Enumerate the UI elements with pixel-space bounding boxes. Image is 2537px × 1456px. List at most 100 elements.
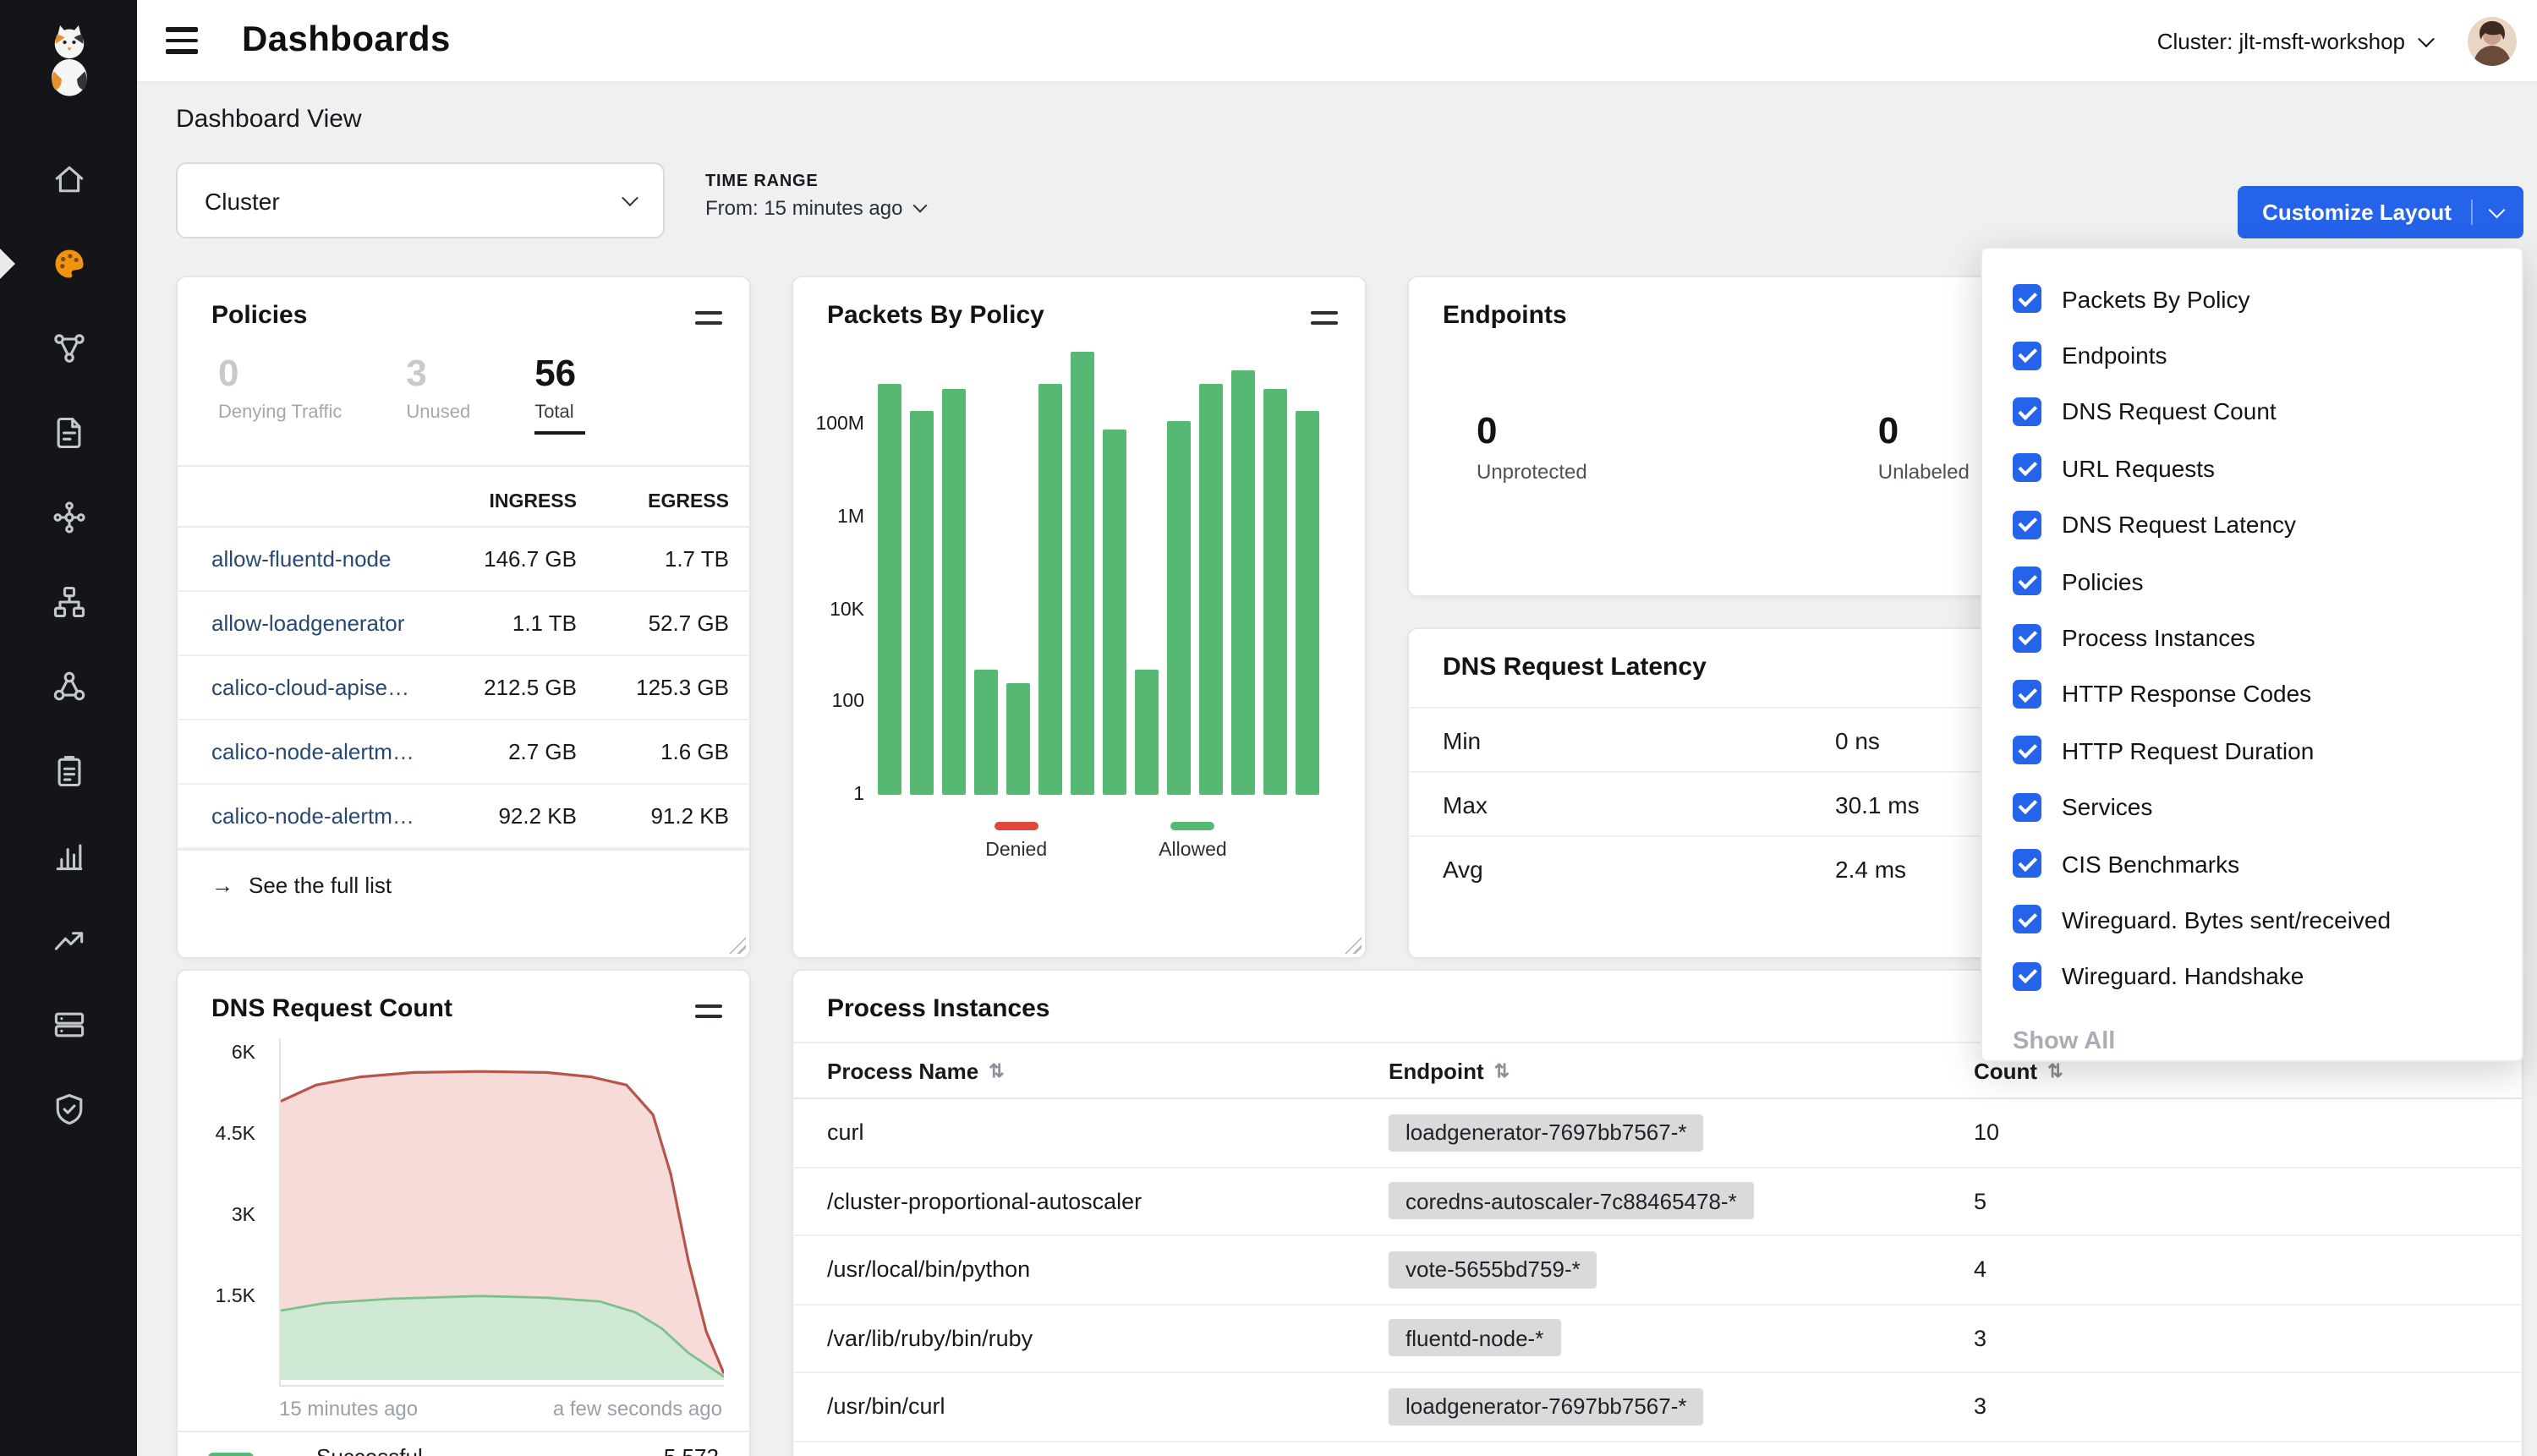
process-count: 3 bbox=[1974, 1394, 2522, 1420]
sidebar-item-home[interactable] bbox=[0, 137, 137, 222]
cluster-selector[interactable]: Cluster: jlt-msft-workshop bbox=[2157, 28, 2432, 53]
latency-label: Max bbox=[1443, 791, 1835, 818]
layout-menu-item[interactable]: DNS Request Count bbox=[1982, 384, 2522, 441]
drag-handle[interactable] bbox=[695, 311, 722, 325]
dashboards-palette-icon bbox=[50, 245, 87, 282]
packets-y-tick: 1 bbox=[793, 785, 864, 805]
process-name: /var/lib/ruby/bin/ruby bbox=[827, 1326, 1389, 1351]
sidebar-item-storage[interactable] bbox=[0, 983, 137, 1067]
checkbox-checked-icon[interactable] bbox=[2013, 284, 2041, 313]
sidebar-item-trends[interactable] bbox=[0, 898, 137, 983]
checkbox-checked-icon[interactable] bbox=[2013, 962, 2041, 991]
drag-handle[interactable] bbox=[1311, 311, 1338, 325]
view-select-dropdown[interactable]: Cluster bbox=[176, 162, 665, 238]
layout-menu-item[interactable]: Process Instances bbox=[1982, 610, 2522, 666]
policy-name-link[interactable]: calico-cloud-apiserver-… bbox=[211, 675, 414, 700]
see-full-list-link[interactable]: → See the full list bbox=[211, 873, 715, 898]
sidebar-item-service-graph[interactable] bbox=[0, 306, 137, 391]
stat-total[interactable]: 56 Total bbox=[534, 352, 585, 465]
card-title: Endpoints bbox=[1443, 301, 1567, 330]
layout-menu-item[interactable]: Services bbox=[1982, 779, 2522, 835]
policy-egress-value: 91.2 KB bbox=[577, 803, 729, 829]
checkbox-checked-icon[interactable] bbox=[2013, 341, 2041, 369]
process-count: 5 bbox=[1974, 1189, 2522, 1214]
process-table-row: /usr/bin/curl loadgenerator-7697bb7567-*… bbox=[793, 1373, 2522, 1442]
column-header-process-name[interactable]: Process Name ⇅ bbox=[827, 1058, 1389, 1083]
policy-name-link[interactable]: allow-fluentd-node bbox=[211, 546, 414, 572]
policy-name-link[interactable]: allow-loadgenerator bbox=[211, 610, 414, 636]
card-title: DNS Request Count bbox=[211, 994, 452, 1023]
checkbox-checked-icon[interactable] bbox=[2013, 906, 2041, 934]
checkbox-checked-icon[interactable] bbox=[2013, 736, 2041, 765]
trend-up-icon bbox=[50, 922, 87, 959]
customize-layout-button[interactable]: Customize Layout bbox=[2237, 186, 2523, 238]
endpoints-hub-icon bbox=[50, 499, 87, 536]
checkbox-checked-icon[interactable] bbox=[2013, 792, 2041, 821]
policy-ingress-value: 212.5 GB bbox=[414, 675, 577, 700]
resize-handle[interactable] bbox=[1345, 937, 1362, 954]
packets-bar bbox=[1071, 351, 1094, 795]
card-title: Policies bbox=[211, 301, 307, 330]
resize-handle[interactable] bbox=[729, 937, 746, 954]
checkbox-checked-icon[interactable] bbox=[2013, 623, 2041, 652]
packets-bar bbox=[878, 384, 901, 795]
layout-menu-item[interactable]: Packets By Policy bbox=[1982, 271, 2522, 327]
sidebar-item-metrics[interactable] bbox=[0, 813, 137, 898]
sidebar-item-dashboards[interactable] bbox=[0, 222, 137, 306]
layout-menu-item[interactable]: URL Requests bbox=[1982, 440, 2522, 496]
stat-denying-traffic[interactable]: 0 Denying Traffic bbox=[218, 352, 342, 465]
checkbox-checked-icon[interactable] bbox=[2013, 454, 2041, 483]
layout-menu-item[interactable]: Endpoints bbox=[1982, 327, 2522, 384]
layout-menu-item[interactable]: HTTP Response Codes bbox=[1982, 665, 2522, 722]
user-avatar[interactable] bbox=[2468, 16, 2517, 65]
layout-menu-item[interactable]: DNS Request Latency bbox=[1982, 496, 2522, 553]
policies-document-icon bbox=[50, 414, 87, 452]
chevron-down-icon bbox=[2418, 30, 2435, 47]
checkbox-checked-icon[interactable] bbox=[2013, 849, 2041, 878]
menu-item-label: DNS Request Latency bbox=[2062, 512, 2296, 539]
menu-toggle-button[interactable] bbox=[166, 28, 198, 53]
menu-item-label: Policies bbox=[2062, 567, 2144, 594]
sidebar-item-network-sets[interactable] bbox=[0, 560, 137, 644]
sidebar-item-endpoints[interactable] bbox=[0, 475, 137, 560]
sidebar-item-compliance[interactable] bbox=[0, 729, 137, 813]
process-name: /usr/local/bin/python bbox=[827, 1257, 1389, 1283]
sort-icon[interactable]: ⇅ bbox=[1494, 1059, 1510, 1081]
packets-bar bbox=[974, 671, 998, 795]
layout-menu-item[interactable]: CIS Benchmarks bbox=[1982, 835, 2522, 892]
chevron-down-icon bbox=[622, 189, 638, 206]
policy-name-link[interactable]: calico-node-alertmana… bbox=[211, 803, 414, 829]
layout-menu-item[interactable]: HTTP Request Duration bbox=[1982, 722, 2522, 779]
sidebar-item-policies[interactable] bbox=[0, 391, 137, 475]
stat-unused[interactable]: 3 Unused bbox=[406, 352, 470, 465]
layout-menu-item[interactable]: Policies bbox=[1982, 553, 2522, 610]
bar-chart-icon bbox=[50, 837, 87, 874]
process-name: /usr/bin/curl bbox=[827, 1394, 1389, 1420]
calico-logo[interactable] bbox=[35, 17, 102, 110]
column-header-ingress[interactable]: INGRESS bbox=[414, 491, 577, 512]
dns-count-area-chart bbox=[279, 1038, 724, 1387]
show-all-button[interactable]: Show All bbox=[1982, 1018, 2522, 1065]
chevron-down-icon bbox=[912, 199, 927, 213]
successful-swatch-icon bbox=[208, 1452, 254, 1456]
policies-table-body: allow-fluentd-node 146.7 GB 1.7 TB allow… bbox=[178, 528, 749, 849]
layout-menu-item[interactable]: Wireguard. Handshake bbox=[1982, 948, 2522, 1004]
time-range-value[interactable]: From: 15 minutes ago bbox=[705, 196, 924, 220]
checkbox-checked-icon[interactable] bbox=[2013, 680, 2041, 709]
checkbox-checked-icon[interactable] bbox=[2013, 511, 2041, 539]
checkbox-checked-icon[interactable] bbox=[2013, 397, 2041, 426]
policy-name-link[interactable]: calico-node-alertmana… bbox=[211, 739, 414, 764]
packets-y-tick: 10K bbox=[793, 599, 864, 620]
latency-value: 0 ns bbox=[1835, 726, 1880, 753]
policy-table-row: allow-loadgenerator 1.1 TB 52.7 GB bbox=[178, 592, 749, 656]
column-header-egress[interactable]: EGRESS bbox=[577, 491, 729, 512]
layout-menu-item[interactable]: Wireguard. Bytes sent/received bbox=[1982, 892, 2522, 949]
column-header-endpoint[interactable]: Endpoint ⇅ bbox=[1389, 1058, 1974, 1083]
sort-icon[interactable]: ⇅ bbox=[989, 1059, 1004, 1081]
sidebar-item-security[interactable] bbox=[0, 1067, 137, 1152]
checkbox-checked-icon[interactable] bbox=[2013, 567, 2041, 595]
endpoints-stats: 0 Unprotected 0 Unlabeled bbox=[1477, 409, 1970, 484]
stat-label: Denying Traffic bbox=[218, 402, 342, 423]
sidebar-item-clusters[interactable] bbox=[0, 644, 137, 729]
drag-handle[interactable] bbox=[695, 1004, 722, 1018]
